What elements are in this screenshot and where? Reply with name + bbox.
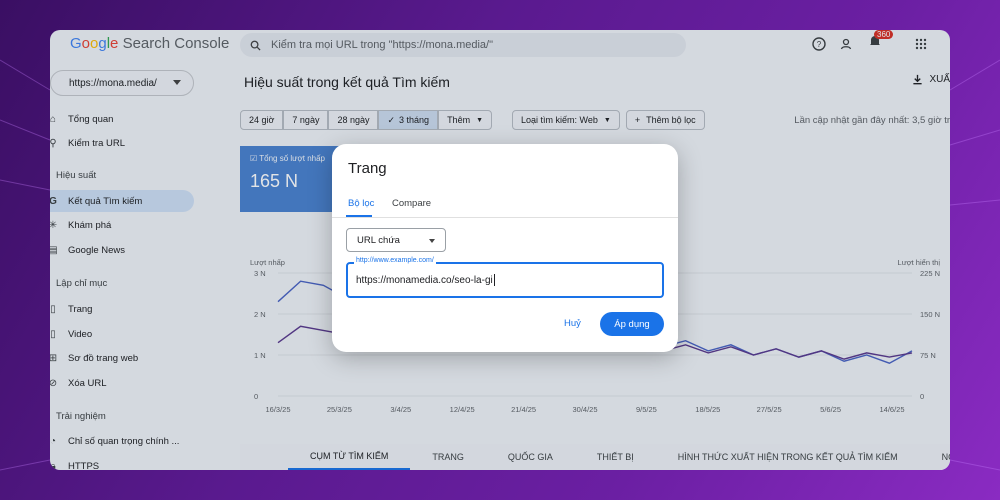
dialog-tabs: Bộ lọc Compare (332, 194, 678, 218)
tab-filter[interactable]: Bộ lọc (348, 198, 374, 209)
url-input[interactable]: https://monamedia.co/seo-la-gi (346, 262, 664, 298)
active-tab-indicator (346, 215, 372, 217)
text-cursor (493, 274, 495, 286)
page-filter-dialog: Trang Bộ lọc Compare URL chứa https://mo… (332, 144, 678, 352)
match-type-select[interactable]: URL chứa (346, 228, 446, 252)
match-type-value: URL chứa (357, 234, 400, 246)
tab-compare[interactable]: Compare (392, 198, 431, 209)
url-input-value: https://monamedia.co/seo-la-gi (356, 274, 493, 286)
apply-button[interactable]: Áp dụng (600, 312, 664, 336)
url-input-label: http://www.example.com/ (354, 257, 436, 264)
dialog-title: Trang (348, 160, 387, 177)
cancel-button[interactable]: Huỷ (564, 318, 581, 329)
chevron-down-icon (429, 239, 435, 243)
